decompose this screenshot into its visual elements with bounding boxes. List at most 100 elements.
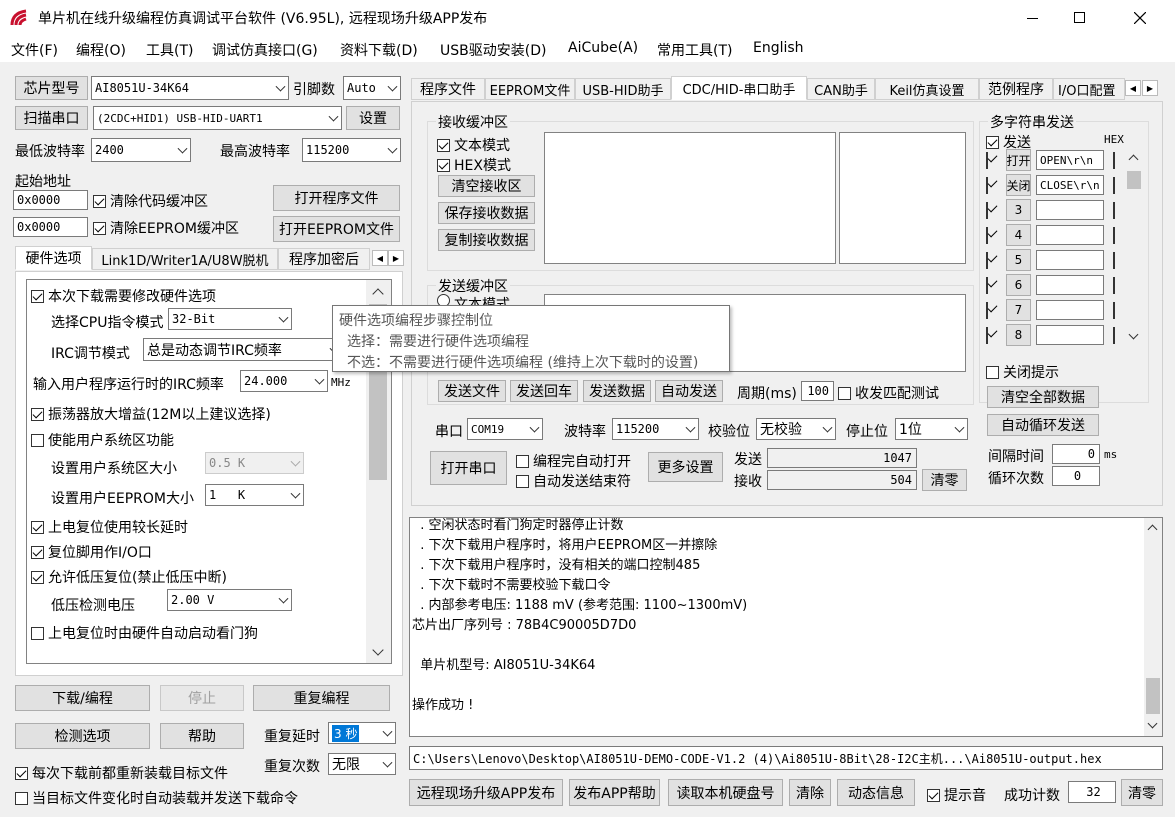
stop-button[interactable]: 停止 bbox=[160, 685, 244, 711]
parity-select[interactable]: 无校验 bbox=[756, 418, 836, 440]
tab-scroll-left-icon[interactable]: ◀ bbox=[372, 250, 388, 266]
stop-bits-select[interactable]: 1位 bbox=[895, 418, 968, 440]
string-input[interactable]: CLOSE\r\n bbox=[1036, 175, 1104, 195]
auto-send-terminator-checkbox[interactable]: 自动发送结束符 bbox=[516, 471, 631, 491]
tab-cdc-hid-serial[interactable]: CDC/HID-串口助手 bbox=[671, 76, 807, 100]
cpu-mode-select[interactable]: 32-Bit bbox=[168, 308, 292, 330]
serial-port-select[interactable]: COM19 bbox=[467, 418, 543, 440]
recv-hex-mode-checkbox[interactable]: HEX模式 bbox=[437, 155, 511, 175]
dynamic-info-button[interactable]: 动态信息 bbox=[837, 779, 915, 806]
remote-upgrade-publish-button[interactable]: 远程现场升级APP发布 bbox=[409, 779, 563, 806]
port-settings-button[interactable]: 设置 bbox=[346, 106, 400, 130]
eeprom-address-input[interactable]: 0x0000 bbox=[13, 217, 88, 237]
eeprom-size-select[interactable]: 1 K bbox=[205, 484, 304, 506]
clear-all-data-button[interactable]: 清空全部数据 bbox=[987, 386, 1099, 408]
string-input[interactable] bbox=[1036, 275, 1104, 295]
pin-count-select[interactable]: Auto bbox=[343, 76, 401, 100]
clear-eeprom-buffer-checkbox[interactable]: 清除EEPROM缓冲区 bbox=[93, 218, 239, 238]
port-select[interactable]: (2CDC+HID1) USB-HID-UART1 bbox=[93, 106, 342, 130]
string-input[interactable]: OPEN\r\n bbox=[1036, 150, 1104, 170]
user-system-area-checkbox[interactable]: 使能用户系统区功能 bbox=[31, 430, 174, 450]
scroll-up-icon[interactable] bbox=[1147, 524, 1158, 535]
system-area-size-select[interactable]: 0.5 K bbox=[205, 452, 304, 474]
menu-common-tools[interactable]: 常用工具(T) bbox=[657, 40, 732, 60]
string-send-button[interactable]: 3 bbox=[1006, 199, 1031, 221]
row-enable-checkbox[interactable] bbox=[986, 252, 988, 269]
tab-keil-settings[interactable]: Keil仿真设置 bbox=[875, 78, 979, 100]
auto-send-button[interactable]: 自动发送 bbox=[655, 380, 723, 402]
reset-pin-io-checkbox[interactable]: 复位脚用作I/O口 bbox=[31, 542, 152, 562]
clear-log-button[interactable]: 清除 bbox=[789, 779, 831, 806]
osc-gain-checkbox[interactable]: 振荡器放大增益(12M以上建议选择) bbox=[31, 404, 271, 424]
menu-file[interactable]: 文件(F) bbox=[11, 40, 58, 60]
detect-options-button[interactable]: 检测选项 bbox=[15, 723, 150, 749]
tab-scroll-right-icon[interactable]: ▶ bbox=[388, 250, 404, 266]
tab-scroll-right-icon[interactable]: ▶ bbox=[1142, 80, 1158, 96]
max-baud-select[interactable]: 115200 bbox=[302, 138, 401, 162]
clear-count-button[interactable]: 清零 bbox=[922, 469, 967, 491]
clear-receive-button[interactable]: 清空接收区 bbox=[438, 175, 535, 197]
modify-hw-options-checkbox[interactable]: 本次下载需要修改硬件选项 bbox=[31, 286, 216, 306]
string-send-button[interactable]: 关闭 bbox=[1006, 174, 1031, 196]
irc-mode-select[interactable]: 总是动态调节IRC频率 bbox=[143, 338, 343, 361]
auto-loop-send-button[interactable]: 自动循环发送 bbox=[987, 414, 1099, 436]
log-scrollbar[interactable] bbox=[1144, 518, 1162, 736]
string-input[interactable] bbox=[1036, 300, 1104, 320]
string-send-button[interactable]: 6 bbox=[1006, 274, 1031, 296]
row-hex-checkbox[interactable] bbox=[1113, 152, 1115, 169]
scroll-up-icon[interactable] bbox=[1128, 154, 1139, 165]
reset-success-count-button[interactable]: 清零 bbox=[1121, 779, 1163, 806]
row-enable-checkbox[interactable] bbox=[986, 227, 988, 244]
repeat-delay-select[interactable]: 3 秒 bbox=[328, 722, 396, 744]
send-file-button[interactable]: 发送文件 bbox=[438, 380, 506, 402]
string-input[interactable] bbox=[1036, 225, 1104, 245]
receive-hex-area[interactable] bbox=[839, 132, 966, 264]
menu-download[interactable]: 资料下载(D) bbox=[340, 40, 418, 60]
menu-tools[interactable]: 工具(T) bbox=[146, 40, 193, 60]
string-send-button[interactable]: 7 bbox=[1006, 299, 1031, 321]
match-test-checkbox[interactable]: 收发匹配测试 bbox=[838, 383, 939, 403]
menu-aicube[interactable]: AiCube(A) bbox=[568, 40, 638, 56]
recv-text-mode-checkbox[interactable]: 文本模式 bbox=[437, 135, 510, 155]
tab-examples[interactable]: 范例程序 bbox=[979, 78, 1053, 100]
help-button[interactable]: 帮助 bbox=[160, 723, 244, 749]
open-serial-port-button[interactable]: 打开串口 bbox=[430, 451, 507, 485]
tab-io-config[interactable]: I/O口配置 bbox=[1053, 78, 1125, 100]
repeat-program-button[interactable]: 重复编程 bbox=[253, 685, 390, 711]
string-input[interactable] bbox=[1036, 200, 1104, 220]
scroll-up-icon[interactable] bbox=[372, 288, 384, 300]
tab-usb-hid[interactable]: USB-HID助手 bbox=[575, 78, 671, 100]
send-return-button[interactable]: 发送回车 bbox=[510, 380, 578, 402]
min-baud-select[interactable]: 2400 bbox=[91, 138, 191, 162]
code-address-input[interactable]: 0x0000 bbox=[13, 190, 88, 210]
scroll-down-icon[interactable] bbox=[1128, 329, 1139, 340]
receive-text-area[interactable] bbox=[544, 132, 836, 264]
repeat-count-select[interactable]: 无限 bbox=[328, 753, 396, 775]
string-input[interactable] bbox=[1036, 325, 1104, 345]
tab-scroll-left-icon[interactable]: ◀ bbox=[1125, 80, 1141, 96]
save-receive-button[interactable]: 保存接收数据 bbox=[438, 202, 535, 224]
lvd-select[interactable]: 2.00 V bbox=[167, 589, 292, 611]
scroll-down-icon[interactable] bbox=[1147, 718, 1158, 729]
open-eeprom-file-button[interactable]: 打开EEPROM文件 bbox=[273, 216, 400, 242]
send-data-button[interactable]: 发送数据 bbox=[583, 380, 651, 402]
menu-english[interactable]: English bbox=[753, 40, 804, 56]
row-hex-checkbox[interactable] bbox=[1113, 202, 1115, 219]
open-program-file-button[interactable]: 打开程序文件 bbox=[273, 185, 400, 211]
baud-rate-select[interactable]: 115200 bbox=[612, 418, 699, 440]
copy-receive-button[interactable]: 复制接收数据 bbox=[438, 229, 535, 251]
chip-type-button[interactable]: 芯片型号 bbox=[15, 76, 88, 100]
scroll-thumb[interactable] bbox=[1127, 171, 1141, 189]
watchdog-auto-start-checkbox[interactable]: 上电复位时由硬件自动启动看门狗 bbox=[31, 623, 258, 643]
maximize-button[interactable] bbox=[1056, 0, 1102, 36]
close-button[interactable] bbox=[1116, 0, 1162, 36]
tab-hardware-options[interactable]: 硬件选项 bbox=[15, 246, 92, 270]
tab-can[interactable]: CAN助手 bbox=[807, 78, 875, 100]
tab-program-file[interactable]: 程序文件 bbox=[411, 78, 485, 100]
beep-checkbox[interactable]: 提示音 bbox=[927, 785, 986, 805]
publish-help-button[interactable]: 发布APP帮助 bbox=[569, 779, 660, 806]
period-input[interactable]: 100 bbox=[801, 381, 834, 401]
string-send-button[interactable]: 8 bbox=[1006, 324, 1031, 346]
menu-usb-driver[interactable]: USB驱动安装(D) bbox=[440, 40, 546, 60]
row-hex-checkbox[interactable] bbox=[1113, 327, 1115, 344]
